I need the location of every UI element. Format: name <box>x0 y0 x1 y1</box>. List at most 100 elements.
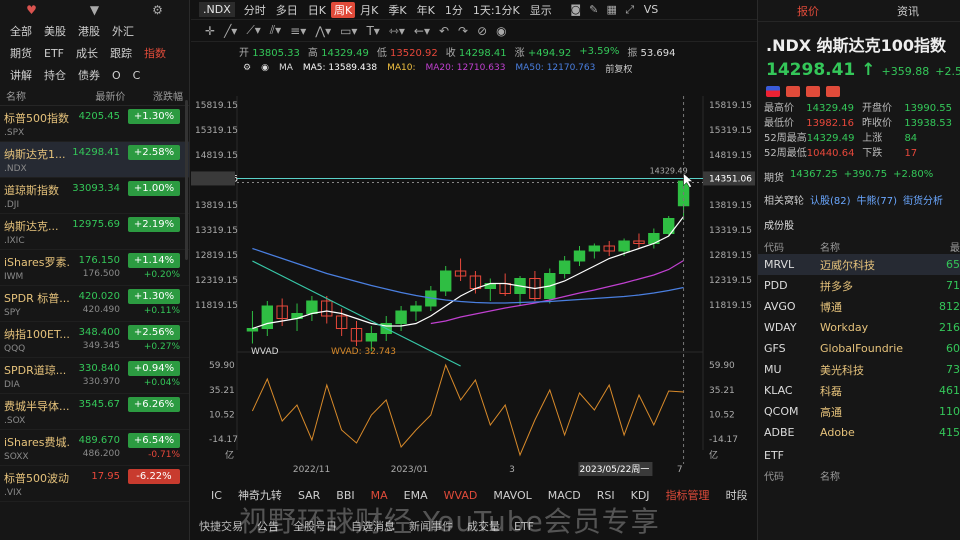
watchlist-row[interactable]: SPDR道琼... DIA 330.840 330.970 +0.94% +0.04% <box>0 358 189 394</box>
row-price-ext: 176.500 <box>82 269 120 279</box>
watchlist-row[interactable]: 纳指100ET... QQQ 348.400 349.345 +2.56% +0.27% <box>0 322 189 358</box>
watchlist-tab[interactable]: 美股 <box>38 23 72 39</box>
price-tick-left: 12819.15 <box>195 251 238 261</box>
row-price-ext: 330.970 <box>82 377 120 387</box>
related-link-call[interactable]: 认股(82) <box>810 192 851 207</box>
comp-col-code[interactable]: 代码 <box>764 239 820 254</box>
candle-body <box>439 270 452 292</box>
etf-header: 代码 名称 <box>758 468 960 483</box>
tab-quote[interactable]: 报价 <box>758 3 858 19</box>
watchlist-row[interactable]: iShares费城... SOXX 489.670 486.200 +6.54% -0.7… <box>0 430 189 466</box>
candle-body <box>395 310 407 324</box>
bell-icon[interactable] <box>786 86 800 97</box>
watchlist-tab[interactable]: ETF <box>38 47 70 60</box>
watchlist-tab[interactable]: 期货 <box>4 45 38 61</box>
row-change-badge: +2.19% <box>128 217 180 232</box>
watchlist-toolbar: ♥ ▼ ⚙ <box>0 0 189 20</box>
price-tick-left: 14819.15 <box>195 151 238 161</box>
row-name: 纳斯达克... <box>4 220 59 233</box>
x-tick-label: 2022/11 <box>293 465 330 475</box>
component-row[interactable]: QCOM 高通 110 <box>758 401 960 422</box>
component-row[interactable]: GFS GlobalFoundrie 60 <box>758 338 960 359</box>
futures-price: 14367.25 <box>790 169 838 180</box>
row-name-cell: iShares费城... SOXX <box>4 430 70 465</box>
col-name[interactable]: 名称 <box>6 88 76 103</box>
row-change-ext: +0.20% <box>143 270 180 280</box>
related-link-analysis[interactable]: 街货分析 <box>903 192 943 207</box>
settings-icon[interactable]: ⚙ <box>151 3 165 17</box>
candlestick-chart[interactable]: 15819.15 15819.15 15319.15 15319.15 14819.15… <box>191 0 757 484</box>
row-name: 道琼斯指数 <box>4 184 59 197</box>
component-row[interactable]: MU 美光科技 73 <box>758 359 960 380</box>
watchlist-tab[interactable]: 持仓 <box>38 67 72 83</box>
col-change[interactable]: 涨跌幅 <box>125 88 183 103</box>
row-price-cell: 14298.41 <box>70 142 120 177</box>
row-change-ext: +0.27% <box>143 342 180 352</box>
heart-icon[interactable]: ♥ <box>25 3 39 17</box>
share-icon[interactable] <box>806 86 820 97</box>
row-name-cell: 纳斯达克... .IXIC <box>4 214 70 249</box>
stat-label: 昨收价 <box>862 118 892 129</box>
component-row[interactable]: ADBE Adobe 415 <box>758 422 960 443</box>
favorite-heart-icon[interactable] <box>826 86 840 97</box>
etf-col-name[interactable]: 名称 <box>820 468 930 483</box>
row-name: iShares费城... <box>4 436 70 449</box>
component-row[interactable]: PDD 拼多多 71 <box>758 275 960 296</box>
ind-name[interactable]: WVAD <box>251 347 279 357</box>
watchlist-row[interactable]: 费城半导体... .SOX 3545.67 +6.26% <box>0 394 189 430</box>
watchlist-row[interactable]: 道琼斯指数 .DJI 33093.34 +1.00% <box>0 178 189 214</box>
price-tick-right: 15319.15 <box>709 126 752 136</box>
watchlist-tab[interactable]: O <box>106 69 127 82</box>
watchlist-tab[interactable]: 港股 <box>72 23 106 39</box>
ind-tick-left: 10.52 <box>209 410 235 420</box>
row-price: 489.670 <box>78 435 120 446</box>
watchlist-row[interactable]: 标普500指数 .SPX 4205.45 +1.30% <box>0 106 189 142</box>
up-arrow-icon: ↑ <box>861 60 876 80</box>
watchlist-tab[interactable]: 讲解 <box>4 67 38 83</box>
component-row[interactable]: MRVL 迈威尔科技 65 <box>758 254 960 275</box>
candle-body <box>246 328 259 332</box>
indicator-tab[interactable]: 指标管理 <box>658 487 718 503</box>
component-row[interactable]: WDAY Workday 216 <box>758 317 960 338</box>
watchlist-tab[interactable]: 外汇 <box>106 23 140 39</box>
components-heading: 成份股 <box>764 221 794 232</box>
comp-col-price[interactable]: 最 <box>930 239 960 254</box>
watchlist-row[interactable]: iShares罗素... IWM 176.150 176.500 +1.14% +0.20… <box>0 250 189 286</box>
row-price-ext: 420.490 <box>82 305 120 315</box>
high-annotation: 14329.49 <box>650 166 688 175</box>
component-price: 65 <box>946 258 960 271</box>
watchlist-tab[interactable]: 全部 <box>4 23 38 39</box>
component-name: 高通 <box>820 405 842 419</box>
watchlist-tab[interactable]: 跟踪 <box>104 45 138 61</box>
watchlist-tab[interactable]: 成长 <box>70 45 104 61</box>
component-price: 71 <box>946 279 960 292</box>
etf-col-code[interactable]: 代码 <box>764 468 820 483</box>
bottom-bar-item[interactable]: 快捷交易 <box>199 518 243 534</box>
tab-news[interactable]: 资讯 <box>858 3 958 19</box>
row-name-cell: 纳指100ET... QQQ <box>4 322 70 357</box>
futures-row[interactable]: 期货 14367.25 +390.75 +2.80% <box>758 161 960 184</box>
indicator-tab[interactable]: IC <box>203 489 230 502</box>
component-row[interactable]: KLAC 科磊 461 <box>758 380 960 401</box>
watchlist-row[interactable]: 纳斯达克1... .NDX 14298.41 +2.58% <box>0 142 189 178</box>
watchlist-row[interactable]: 标普500波动... .VIX 17.95 -6.22% <box>0 466 189 502</box>
comp-col-name[interactable]: 名称 <box>820 239 930 254</box>
watchlist-scrollbar[interactable] <box>185 100 188 260</box>
filter-icon[interactable]: ▼ <box>88 3 102 17</box>
ind-tick-left: 35.21 <box>209 386 235 396</box>
component-price: 812 <box>939 300 960 313</box>
col-price[interactable]: 最新价 <box>76 88 125 103</box>
related-link-bullbear[interactable]: 牛熊(77) <box>857 192 898 207</box>
component-name: 博通 <box>820 300 842 314</box>
indicator-tab[interactable]: 时段 <box>718 487 756 503</box>
price-tick-left: 15319.15 <box>195 126 238 136</box>
watchlist-row[interactable]: 纳斯达克... .IXIC 12975.69 +2.19% <box>0 214 189 250</box>
watchlist-tab[interactable]: C <box>127 69 147 82</box>
row-name-cell: 标普500波动... .VIX <box>4 466 70 501</box>
watchlist-row[interactable]: SPDR 标普... SPY 420.020 420.490 +1.30% +0.11% <box>0 286 189 322</box>
component-row[interactable]: AVGO 博通 812 <box>758 296 960 317</box>
watchlist-tab[interactable]: 债券 <box>72 67 106 83</box>
price-tick-right: 14351.06 <box>709 174 752 184</box>
watchlist-tab[interactable]: 指数 <box>138 45 172 61</box>
component-name: 拼多多 <box>820 279 853 293</box>
